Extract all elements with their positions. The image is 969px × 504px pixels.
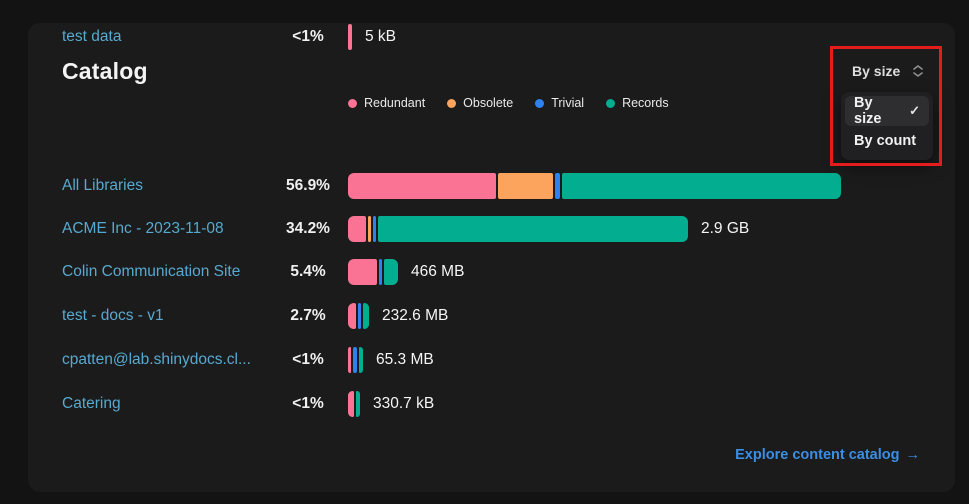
row-percent: 5.4% bbox=[270, 258, 346, 286]
bar-segment-redundant bbox=[348, 173, 496, 199]
chevron-up-down-icon bbox=[913, 65, 923, 77]
row-size: 466 MB bbox=[411, 263, 464, 281]
chart-legend: Redundant Obsolete Trivial Records bbox=[348, 96, 669, 110]
explore-link-label: Explore content catalog bbox=[735, 447, 899, 463]
bar-wrap: 466 MB bbox=[348, 259, 464, 285]
stacked-bar bbox=[348, 303, 369, 329]
library-link[interactable]: cpatten@lab.shinydocs.cl... bbox=[62, 346, 251, 374]
row-size: 5 kB bbox=[365, 28, 396, 46]
catalog-row: cpatten@lab.shinydocs.cl... <1% 65.3 MB bbox=[28, 346, 955, 374]
menu-option-label: By count bbox=[854, 133, 916, 149]
legend-label: Obsolete bbox=[463, 96, 513, 110]
row-percent: 56.9% bbox=[270, 172, 346, 200]
legend-dot-redundant bbox=[348, 99, 357, 108]
legend-item-records: Records bbox=[606, 96, 669, 110]
legend-item-redundant: Redundant bbox=[348, 96, 425, 110]
bar-wrap: 2.9 GB bbox=[348, 216, 749, 242]
bar-segment-trivial bbox=[373, 216, 376, 242]
menu-option-by-size[interactable]: By size ✓ bbox=[845, 96, 929, 126]
stacked-bar bbox=[348, 216, 688, 242]
row-percent: <1% bbox=[270, 390, 346, 418]
bar-segment-records bbox=[359, 347, 363, 373]
catalog-row: Catering <1% 330.7 kB bbox=[28, 390, 955, 418]
catalog-row: ACME Inc - 2023-11-08 34.2% 2.9 GB bbox=[28, 215, 955, 243]
legend-item-trivial: Trivial bbox=[535, 96, 584, 110]
legend-dot-trivial bbox=[535, 99, 544, 108]
row-percent: 34.2% bbox=[270, 215, 346, 243]
check-icon: ✓ bbox=[909, 103, 920, 119]
menu-option-label: By size bbox=[854, 95, 901, 127]
row-size: 330.7 kB bbox=[373, 395, 434, 413]
library-link[interactable]: ACME Inc - 2023-11-08 bbox=[62, 215, 224, 243]
row-percent: <1% bbox=[270, 23, 346, 51]
catalog-row: test data <1% 5 kB bbox=[28, 23, 955, 51]
catalog-card: Catalog Redundant Obsolete Trivial Recor… bbox=[28, 23, 955, 492]
bar-segment-records bbox=[384, 259, 398, 285]
bar-wrap: 232.6 MB bbox=[348, 303, 448, 329]
bar-segment-redundant bbox=[348, 391, 354, 417]
menu-option-by-count[interactable]: By count bbox=[845, 126, 929, 156]
bar-segment-trivial bbox=[353, 347, 357, 373]
bar-segment-redundant bbox=[348, 24, 352, 50]
bar-segment-obsolete bbox=[368, 216, 371, 242]
catalog-row: test - docs - v1 2.7% 232.6 MB bbox=[28, 302, 955, 330]
bar-segment-records bbox=[363, 303, 369, 329]
stacked-bar bbox=[348, 259, 398, 285]
bar-segment-trivial bbox=[555, 173, 560, 199]
bar-wrap bbox=[348, 173, 854, 199]
explore-content-catalog-link[interactable]: Explore content catalog → bbox=[735, 447, 920, 463]
sort-mode-select[interactable]: By size bbox=[848, 57, 927, 85]
arrow-right-icon: → bbox=[906, 447, 921, 463]
bar-segment-trivial bbox=[358, 303, 361, 329]
card-title: Catalog bbox=[62, 58, 148, 85]
stacked-bar bbox=[348, 347, 363, 373]
bar-segment-records bbox=[562, 173, 841, 199]
library-link[interactable]: All Libraries bbox=[62, 172, 143, 200]
legend-label: Trivial bbox=[551, 96, 584, 110]
sort-mode-selected-value: By size bbox=[852, 63, 900, 79]
catalog-row: All Libraries 56.9% bbox=[28, 172, 955, 200]
bar-segment-redundant bbox=[348, 216, 366, 242]
bar-wrap: 330.7 kB bbox=[348, 391, 434, 417]
library-link[interactable]: Colin Communication Site bbox=[62, 258, 240, 286]
stacked-bar bbox=[348, 391, 360, 417]
row-size: 2.9 GB bbox=[701, 220, 749, 238]
row-percent: <1% bbox=[270, 346, 346, 374]
bar-segment-trivial bbox=[379, 259, 382, 285]
stacked-bar bbox=[348, 173, 841, 199]
library-link[interactable]: test - docs - v1 bbox=[62, 302, 164, 330]
legend-label: Redundant bbox=[364, 96, 425, 110]
bar-segment-obsolete bbox=[498, 173, 553, 199]
dashboard-screenshot: Catalog Redundant Obsolete Trivial Recor… bbox=[0, 0, 969, 504]
bar-segment-records bbox=[378, 216, 688, 242]
bar-wrap: 65.3 MB bbox=[348, 347, 434, 373]
bar-segment-redundant bbox=[348, 347, 351, 373]
legend-label: Records bbox=[622, 96, 669, 110]
row-size: 65.3 MB bbox=[376, 351, 434, 369]
row-percent: 2.7% bbox=[270, 302, 346, 330]
legend-dot-obsolete bbox=[447, 99, 456, 108]
legend-item-obsolete: Obsolete bbox=[447, 96, 513, 110]
library-link[interactable]: Catering bbox=[62, 390, 121, 418]
bar-segment-redundant bbox=[348, 259, 377, 285]
bar-segment-records bbox=[356, 391, 360, 417]
bar-segment-redundant bbox=[348, 303, 356, 329]
stacked-bar bbox=[348, 24, 352, 50]
catalog-row: Colin Communication Site 5.4% 466 MB bbox=[28, 258, 955, 286]
bar-wrap: 5 kB bbox=[348, 24, 396, 50]
library-link[interactable]: test data bbox=[62, 23, 121, 51]
sort-dropdown-menu: By size ✓ By count bbox=[841, 92, 933, 160]
row-size: 232.6 MB bbox=[382, 307, 448, 325]
legend-dot-records bbox=[606, 99, 615, 108]
